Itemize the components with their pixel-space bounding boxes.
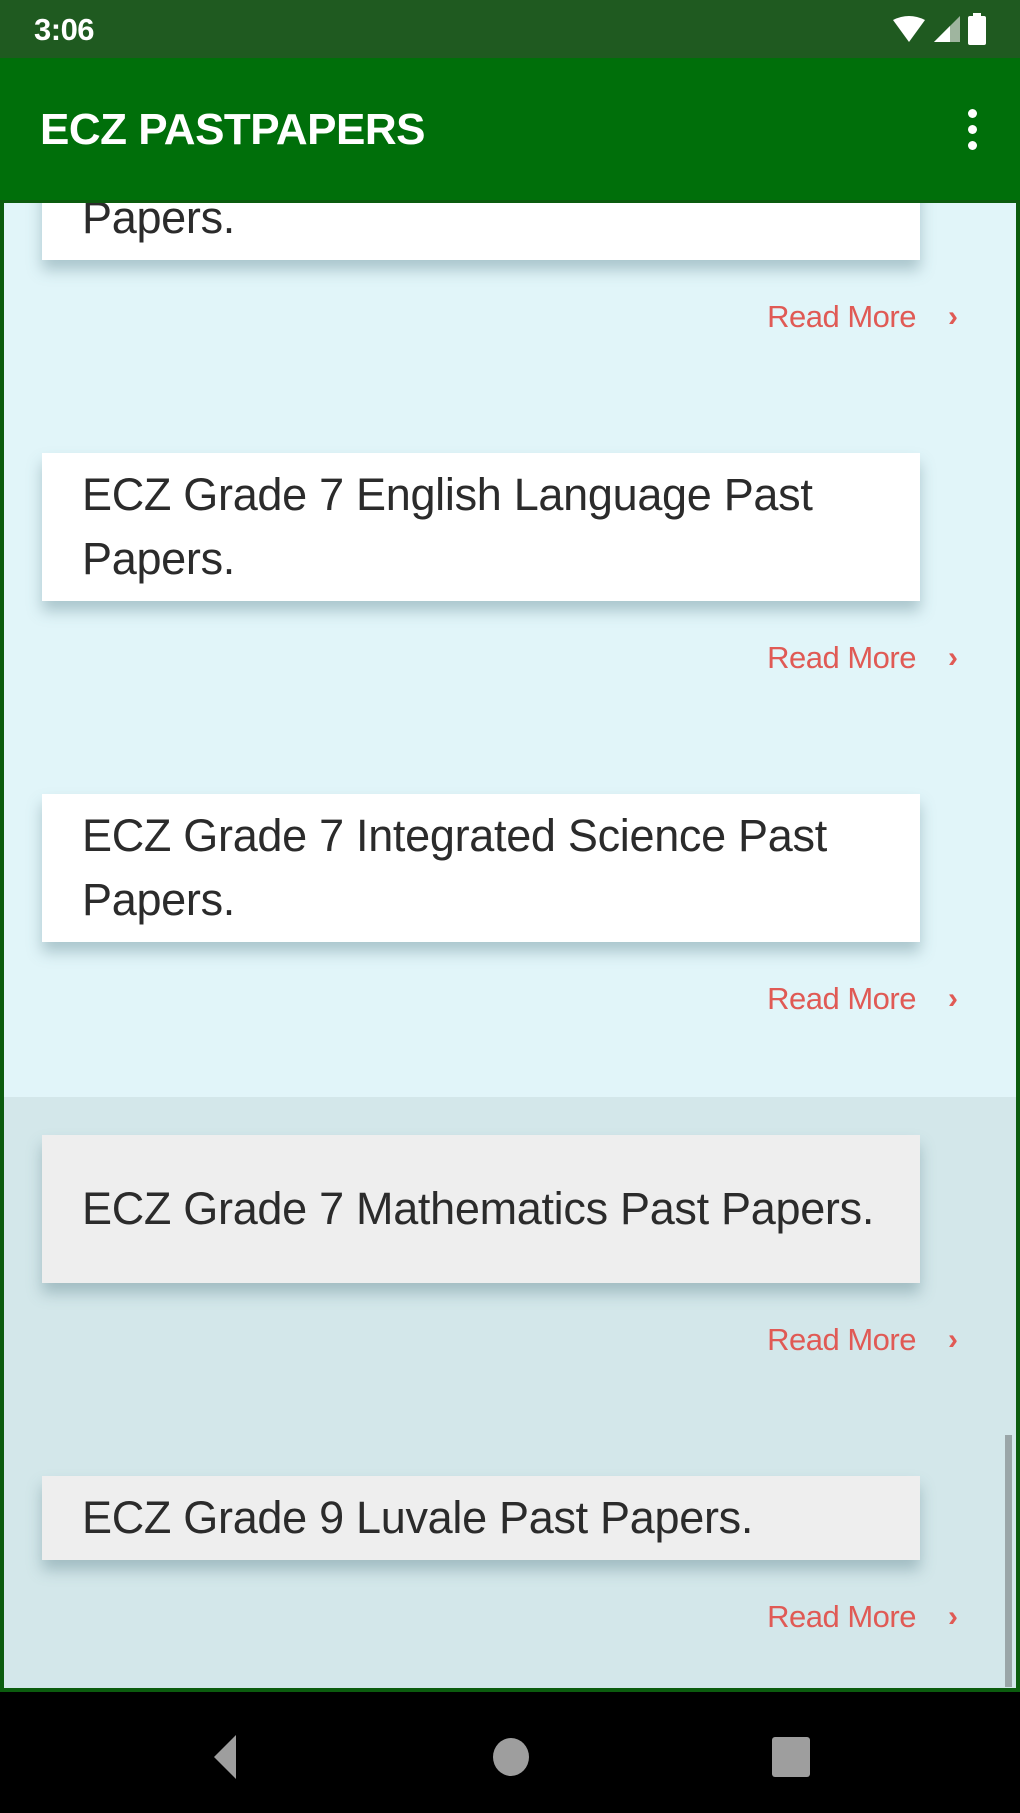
home-button[interactable]	[481, 1727, 541, 1787]
battery-icon	[968, 13, 986, 45]
recents-icon	[772, 1737, 810, 1777]
app-bar: ECZ PASTPAPERS	[0, 58, 1020, 200]
read-more-link[interactable]: Read More ›	[767, 299, 958, 335]
navigation-bar	[0, 1692, 1020, 1813]
list-item-title: ECZ Grade 7 Integrated Science Past Pape…	[82, 810, 827, 925]
wifi-icon	[893, 16, 925, 42]
list-item-card[interactable]: ECZ Grade 9 Luvale Past Papers.	[42, 1476, 920, 1560]
list-item-card[interactable]: ECZ Grade 7 English Language Past Papers…	[42, 453, 920, 601]
list-item-title: ECZ Grade 9 Luvale Past Papers.	[82, 1492, 754, 1543]
read-more-link[interactable]: Read More ›	[767, 1599, 958, 1635]
list-item-title: ECZ Grade 7 Mathematics Past Papers.	[82, 1183, 875, 1234]
status-icons	[892, 12, 986, 46]
list-item-title: ECZ Grade 7 English Language Past Papers…	[82, 469, 813, 584]
chevron-right-icon: ›	[948, 1323, 958, 1356]
cell-signal-icon	[934, 16, 960, 42]
past-papers-list[interactable]: Papers. Read More › ECZ Grade 7 English …	[0, 200, 1020, 1692]
read-more-link[interactable]: Read More ›	[767, 640, 958, 676]
home-icon	[493, 1738, 529, 1776]
recents-button[interactable]	[761, 1727, 821, 1787]
back-button[interactable]	[196, 1727, 256, 1787]
more-options-button[interactable]	[944, 98, 1000, 160]
read-more-link[interactable]: Read More ›	[767, 981, 958, 1017]
chevron-right-icon: ›	[948, 300, 958, 333]
chevron-right-icon: ›	[948, 1600, 958, 1633]
back-icon	[214, 1735, 236, 1779]
scrollbar-thumb[interactable]	[1005, 1435, 1012, 1687]
chevron-right-icon: ›	[948, 982, 958, 1015]
list-item-card[interactable]: Papers.	[42, 200, 920, 260]
list-item-title: Papers.	[82, 200, 235, 243]
more-vert-icon	[967, 108, 977, 118]
list-item-card[interactable]: ECZ Grade 7 Integrated Science Past Pape…	[42, 794, 920, 942]
chevron-right-icon: ›	[948, 641, 958, 674]
read-more-link[interactable]: Read More ›	[767, 1322, 958, 1358]
list-item-card[interactable]: ECZ Grade 7 Mathematics Past Papers.	[42, 1135, 920, 1283]
status-bar: 3:06	[0, 0, 1020, 58]
status-time: 3:06	[34, 12, 95, 47]
app-title: ECZ PASTPAPERS	[40, 105, 425, 154]
